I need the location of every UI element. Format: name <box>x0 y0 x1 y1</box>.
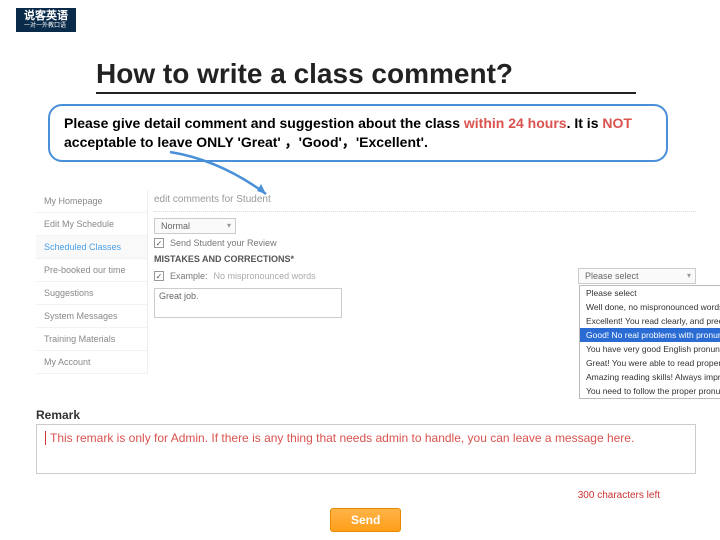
remark-textarea[interactable]: This remark is only for Admin. If there … <box>36 424 696 474</box>
mistakes-header: MISTAKES AND CORRECTIONS* <box>154 254 696 264</box>
correction-textbox[interactable]: Great job. <box>154 288 342 318</box>
dropdown-option-2[interactable]: Excellent! You read clearly, and precise… <box>580 314 720 328</box>
instruction-within: within 24 hours <box>464 115 567 131</box>
sidebar-item-0[interactable]: My Homepage <box>36 190 147 213</box>
sidebar-item-7[interactable]: My Account <box>36 351 147 374</box>
logo-sub: 一对一外教口语 <box>24 23 68 30</box>
text-cursor-icon <box>45 431 46 445</box>
main-pane: edit comments for Student Normal ✓ Send … <box>154 190 696 322</box>
correction-dropdown-list: Please selectWell done, no mispronounced… <box>579 285 720 399</box>
char-count: 300 characters left <box>578 490 660 501</box>
app-panel: My HomepageEdit My ScheduleScheduled Cla… <box>36 190 696 410</box>
level-select[interactable]: Normal <box>154 218 236 234</box>
sidebar-item-3[interactable]: Pre-booked our time <box>36 259 147 282</box>
instruction-pre: Please give detail comment and suggestio… <box>64 115 464 131</box>
correction-select[interactable]: Please select Please selectWell done, no… <box>578 268 696 284</box>
page-title: How to write a class comment? <box>96 58 636 94</box>
example-checkbox[interactable]: ✓ <box>154 271 164 281</box>
dropdown-option-6[interactable]: Amazing reading skills! Always impresses… <box>580 370 720 384</box>
remark-label: Remark <box>36 408 696 422</box>
sidebar-item-2[interactable]: Scheduled Classes <box>36 236 147 259</box>
remark-section: Remark This remark is only for Admin. If… <box>36 408 696 474</box>
send-student-label: Send Student your Review <box>170 238 277 248</box>
sidebar-item-4[interactable]: Suggestions <box>36 282 147 305</box>
logo-main: 说客英语 <box>24 10 68 22</box>
send-student-checkbox[interactable]: ✓ <box>154 238 164 248</box>
sidebar-nav: My HomepageEdit My ScheduleScheduled Cla… <box>36 190 148 374</box>
dropdown-option-0[interactable]: Please select <box>580 286 720 300</box>
example-text: No mispronounced words <box>214 271 316 281</box>
dropdown-option-3[interactable]: Good! No real problems with pronunciatio… <box>580 328 720 342</box>
edit-comments-header: edit comments for Student <box>154 190 696 212</box>
remark-text: This remark is only for Admin. If there … <box>50 431 634 445</box>
instruction-post2: acceptable to leave ONLY 'Great' ，'Good'… <box>64 134 428 150</box>
dropdown-option-1[interactable]: Well done, no mispronounced words <box>580 300 720 314</box>
instruction-callout: Please give detail comment and suggestio… <box>48 104 668 162</box>
instruction-not: NOT <box>602 115 632 131</box>
dropdown-option-5[interactable]: Great! You were able to read properly. <box>580 356 720 370</box>
sidebar-item-1[interactable]: Edit My Schedule <box>36 213 147 236</box>
dropdown-option-4[interactable]: You have very good English pronunciation… <box>580 342 720 356</box>
example-label: Example: <box>170 271 208 281</box>
instruction-post1: . It is <box>567 115 603 131</box>
send-button[interactable]: Send <box>330 508 401 532</box>
sidebar-item-6[interactable]: Training Materials <box>36 328 147 351</box>
dropdown-option-7[interactable]: You need to follow the proper pronunciat… <box>580 384 720 398</box>
brand-logo: 说客英语 一对一外教口语 <box>16 8 76 32</box>
sidebar-item-5[interactable]: System Messages <box>36 305 147 328</box>
